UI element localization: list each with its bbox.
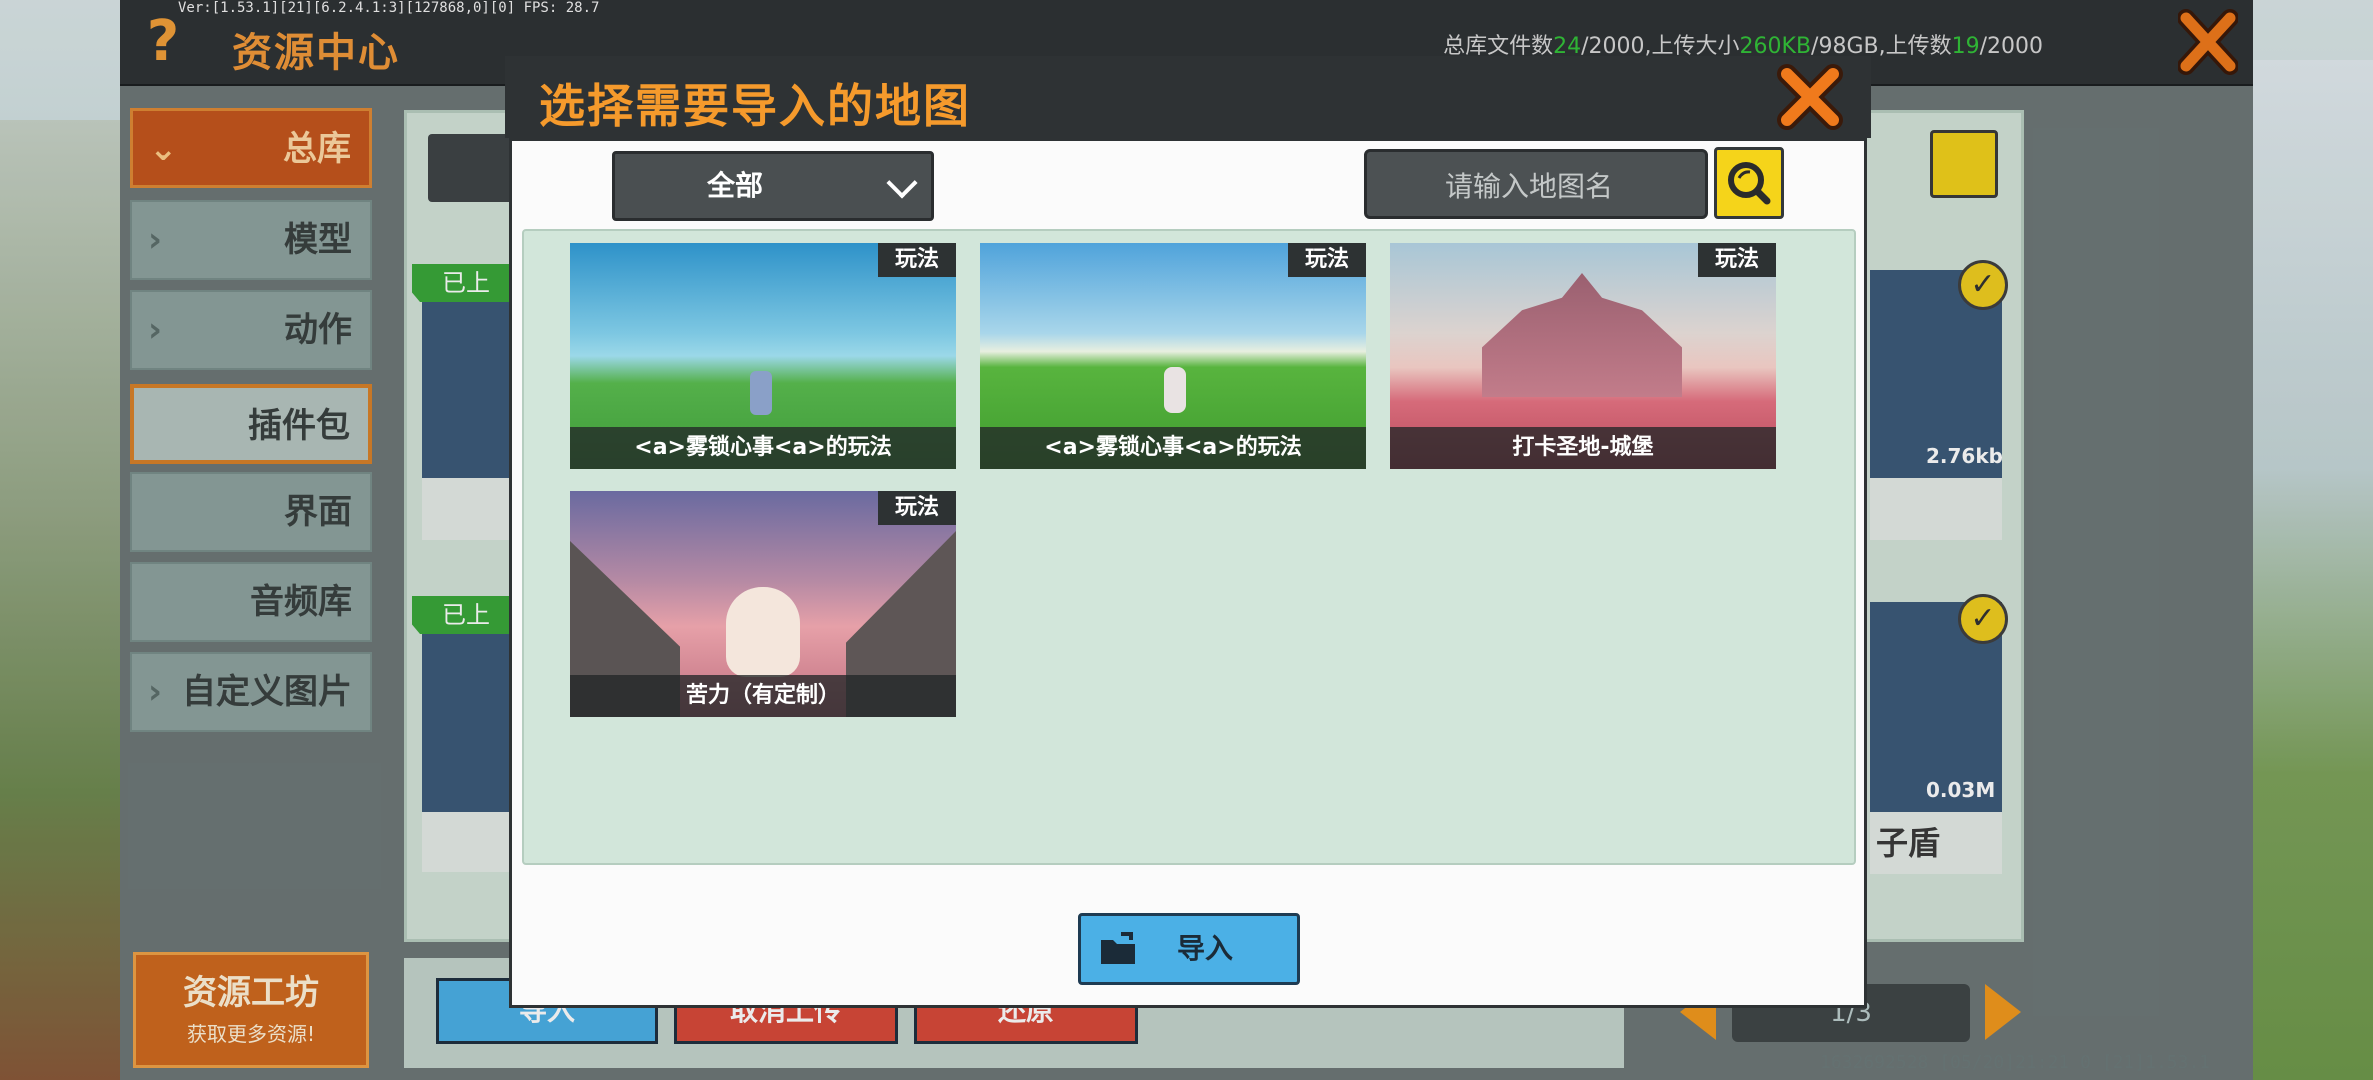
character-figure: [726, 587, 800, 677]
folder-import-icon: [1101, 932, 1135, 964]
map-name: 打卡圣地-城堡: [1390, 427, 1776, 469]
map-name: <a>雾锁心事<a>的玩法: [570, 427, 956, 469]
close-icon[interactable]: [1775, 62, 1845, 132]
map-card[interactable]: 玩法 苦力（有定制）: [570, 491, 956, 717]
search-icon: [1728, 162, 1771, 205]
dialog-title: 选择需要导入的地图: [539, 79, 971, 133]
character-figure: [1164, 367, 1186, 413]
map-tag: 玩法: [878, 491, 956, 525]
map-search-field[interactable]: [1364, 149, 1708, 219]
map-search-input[interactable]: [1377, 158, 1681, 214]
import-button[interactable]: 导入: [1078, 913, 1300, 985]
dropdown-value: 全部: [706, 169, 763, 202]
map-card[interactable]: 玩法 <a>雾锁心事<a>的玩法: [570, 243, 956, 469]
dialog-body: 全部 玩法 <a>雾锁心事<a>的玩法 玩法 <a: [509, 138, 1867, 1008]
character-figure: [750, 371, 772, 415]
map-tag: 玩法: [1288, 243, 1366, 277]
map-card[interactable]: 玩法 <a>雾锁心事<a>的玩法: [980, 243, 1366, 469]
chevron-down-icon: [886, 167, 918, 199]
import-label: 导入: [1177, 932, 1234, 965]
dialog-header: 选择需要导入的地图: [505, 56, 1871, 138]
map-name: 苦力（有定制）: [570, 675, 956, 717]
select-map-dialog: 选择需要导入的地图 全部 玩法 <a>雾锁心事<a>的玩法: [505, 56, 1871, 1012]
map-card[interactable]: 玩法 打卡圣地-城堡: [1390, 243, 1776, 469]
category-dropdown[interactable]: 全部: [612, 151, 934, 221]
map-tag: 玩法: [878, 243, 956, 277]
map-list: 玩法 <a>雾锁心事<a>的玩法 玩法 <a>雾锁心事<a>的玩法 玩法 打卡圣…: [522, 229, 1856, 865]
map-tag: 玩法: [1698, 243, 1776, 277]
map-name: <a>雾锁心事<a>的玩法: [980, 427, 1366, 469]
search-button[interactable]: [1714, 147, 1784, 219]
